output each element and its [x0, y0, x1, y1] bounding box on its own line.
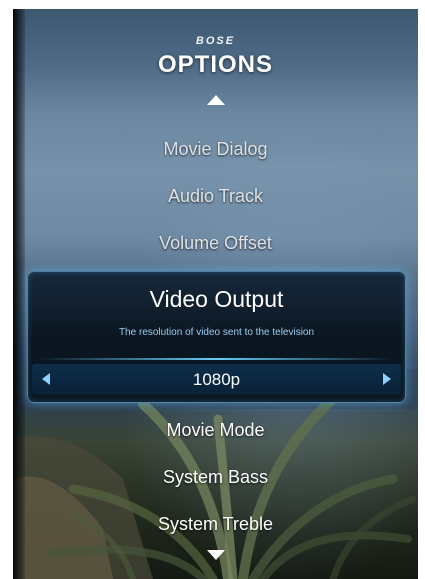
selected-menu-item[interactable]: Video Output The resolution of video sen… [27, 271, 406, 403]
selected-item-description: The resolution of video sent to the tele… [118, 327, 315, 338]
page-title: OPTIONS [157, 51, 273, 78]
selected-item-label: Video Output [149, 286, 284, 312]
menu-item-audio-track[interactable]: Audio Track [13, 186, 418, 207]
menu-item-movie-mode[interactable]: Movie Mode [13, 420, 418, 441]
menu-item-system-bass[interactable]: System Bass [13, 467, 418, 488]
triangle-right-icon[interactable] [383, 373, 393, 385]
selected-value: 1080p [192, 370, 241, 389]
divider [38, 358, 395, 360]
scroll-up-icon[interactable] [13, 95, 418, 107]
brand-logo: BOSE [195, 35, 236, 47]
menu-item-system-treble[interactable]: System Treble [13, 514, 418, 535]
value-selector[interactable]: 1080p [32, 364, 401, 394]
scroll-down-icon[interactable] [13, 550, 418, 562]
menu-item-volume-offset[interactable]: Volume Offset [13, 233, 418, 254]
options-panel: BOSE OPTIONS Movie Dialog Audio Track Vo… [13, 9, 418, 579]
menu-item-movie-dialog[interactable]: Movie Dialog [13, 139, 418, 160]
